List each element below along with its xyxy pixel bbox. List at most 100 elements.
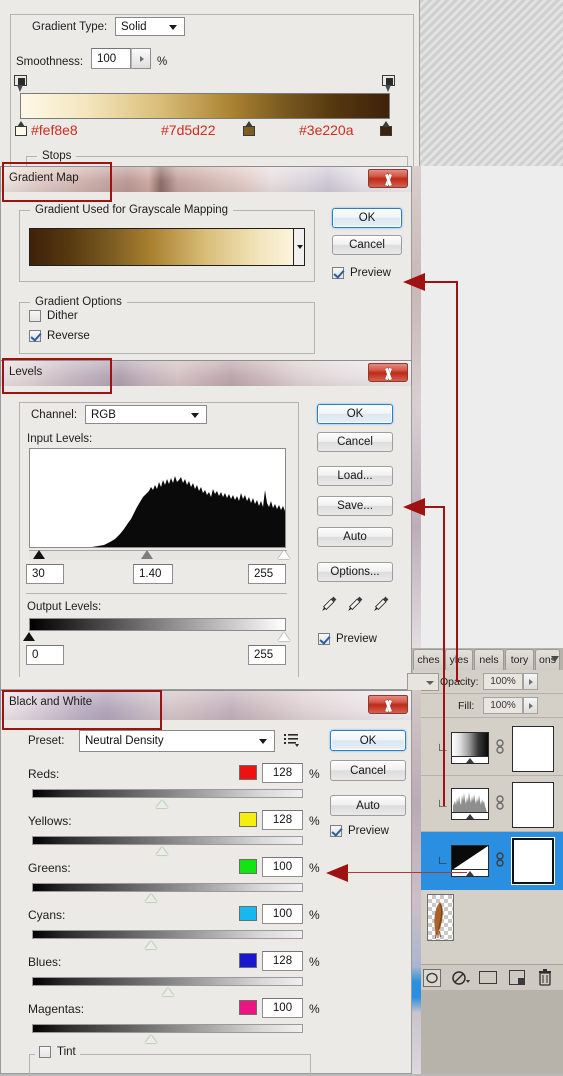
bw-cancel-button[interactable]: Cancel (330, 760, 406, 781)
close-icon[interactable] (368, 695, 408, 714)
levels-ok-button[interactable]: OK (317, 404, 393, 424)
channel-select[interactable]: RGB (85, 405, 207, 424)
layer-thumbnail-image[interactable] (427, 894, 454, 941)
bw-channel-slider-track-1[interactable] (32, 836, 303, 845)
blend-mode-select[interactable] (407, 673, 439, 691)
input-gamma-slider[interactable] (141, 550, 153, 559)
panel-tab-2[interactable]: nels (474, 649, 504, 670)
bw-preview-checkbox[interactable]: Preview (330, 825, 389, 837)
close-icon[interactable] (368, 169, 408, 188)
bw-channel-slider-track-4[interactable] (32, 977, 303, 986)
link-layers-icon[interactable] (423, 969, 441, 987)
opacity-stop-left[interactable] (14, 75, 27, 92)
reverse-checkbox[interactable]: Reverse (29, 330, 90, 342)
gradient-map-ok-button[interactable]: OK (332, 208, 402, 228)
fill-stepper[interactable] (523, 697, 538, 714)
bw-channel-slider-knob-0[interactable] (156, 800, 168, 808)
gradient-map-cancel-button[interactable]: Cancel (332, 235, 402, 255)
levels-cancel-button[interactable]: Cancel (317, 432, 393, 452)
dither-checkbox[interactable]: Dither (29, 310, 78, 322)
bw-channel-slider-track-5[interactable] (32, 1024, 303, 1033)
close-icon[interactable] (368, 363, 408, 382)
levels-auto-button[interactable]: Auto (317, 527, 393, 547)
opacity-value-field[interactable]: 100% (483, 673, 523, 690)
fill-value-field[interactable]: 100% (483, 697, 523, 714)
input-levels-slider-track[interactable] (29, 550, 287, 560)
set-black-point-eyedropper-icon[interactable] (319, 594, 339, 614)
set-white-point-eyedropper-icon[interactable] (371, 594, 391, 614)
bw-channel-slider-track-2[interactable] (32, 883, 303, 892)
layer-mask-thumbnail-selected[interactable] (511, 837, 555, 885)
preview-label: Preview (350, 267, 391, 279)
panel-tab-1[interactable]: yles (445, 649, 473, 670)
bw-channel-input-0[interactable]: 128 (262, 763, 303, 783)
output-black-input[interactable]: 0 (26, 645, 64, 665)
panel-tab-0[interactable]: ches (413, 649, 444, 670)
smoothness-percent: % (157, 56, 168, 68)
output-white-slider[interactable] (278, 632, 290, 641)
bw-ok-button[interactable]: OK (330, 730, 406, 751)
gradient-picker-dropdown[interactable] (293, 228, 305, 266)
bw-channel-slider-knob-4[interactable] (162, 988, 174, 996)
input-shadow-input[interactable]: 30 (26, 564, 64, 584)
panel-tab-3[interactable]: tory (505, 649, 534, 670)
chevron-down-icon (426, 681, 434, 685)
smoothness-input[interactable]: 100 (91, 48, 131, 69)
layer-row-gradient-map[interactable]: ∟ (413, 720, 563, 776)
opacity-stepper[interactable] (523, 673, 538, 690)
bw-channel-slider-track-0[interactable] (32, 789, 303, 798)
input-gamma-input[interactable]: 1.40 (133, 564, 173, 584)
link-mask-icon[interactable] (495, 795, 505, 811)
bw-channel-input-1[interactable]: 128 (262, 810, 303, 830)
bw-channel-swatch-1 (239, 812, 257, 827)
bw-channel-input-4[interactable]: 128 (262, 951, 303, 971)
levels-titlebar[interactable]: Levels (0, 360, 412, 386)
output-black-slider[interactable] (23, 632, 35, 641)
bw-channel-slider-knob-3[interactable] (145, 941, 157, 949)
levels-preview-checkbox[interactable]: Preview (318, 633, 377, 645)
new-layer-icon[interactable] (509, 970, 525, 985)
panel-menu-icon[interactable] (549, 653, 561, 665)
set-gray-point-eyedropper-icon[interactable] (345, 594, 365, 614)
gradient-type-select[interactable]: Solid (115, 17, 185, 36)
input-highlight-input[interactable]: 255 (248, 564, 286, 584)
input-highlight-slider[interactable] (278, 550, 290, 559)
layer-mask-thumbnail[interactable] (512, 782, 554, 828)
gradient-map-titlebar[interactable]: Gradient Map (0, 166, 412, 192)
gradient-map-preview-checkbox[interactable]: Preview (332, 267, 391, 279)
color-stop-2[interactable] (380, 121, 392, 136)
bw-channel-slider-knob-5[interactable] (145, 1035, 157, 1043)
levels-load-button[interactable]: Load... (317, 466, 393, 486)
gradient-ramp[interactable] (20, 93, 390, 119)
bw-channel-input-2[interactable]: 100 (262, 857, 303, 877)
layer-mask-thumbnail[interactable] (512, 726, 554, 772)
layer-thumbnail-gradient-map[interactable] (451, 732, 489, 764)
color-stop-1[interactable] (243, 121, 255, 136)
link-mask-icon[interactable] (495, 852, 505, 868)
layer-thumbnail-levels[interactable] (451, 788, 489, 820)
bw-channel-slider-knob-1[interactable] (156, 847, 168, 855)
link-mask-icon[interactable] (495, 739, 505, 755)
gradient-map-preview-swatch[interactable] (29, 228, 305, 266)
levels-save-button[interactable]: Save... (317, 496, 393, 516)
bw-channel-input-5[interactable]: 100 (262, 998, 303, 1018)
layer-row-levels[interactable]: ∟ (413, 776, 563, 832)
bw-channel-slider-track-3[interactable] (32, 930, 303, 939)
cancel-label: Cancel (337, 436, 373, 448)
delete-layer-icon[interactable] (538, 969, 552, 986)
bw-auto-button[interactable]: Auto (330, 795, 406, 816)
opacity-stop-right[interactable] (382, 75, 395, 92)
smoothness-stepper[interactable] (131, 48, 151, 69)
levels-options-button[interactable]: Options... (317, 562, 393, 582)
bw-channel-slider-knob-2[interactable] (145, 894, 157, 902)
bw-channel-input-3[interactable]: 100 (262, 904, 303, 924)
color-stop-0[interactable] (15, 121, 27, 136)
black-and-white-titlebar[interactable]: Black and White (0, 690, 412, 720)
output-white-input[interactable]: 255 (248, 645, 286, 665)
layer-row-black-and-white[interactable]: ∟ (413, 832, 563, 890)
layer-mask-icon[interactable] (479, 971, 497, 984)
layer-style-icon[interactable] (451, 969, 471, 987)
tint-checkbox[interactable]: Tint (35, 1046, 80, 1058)
input-shadow-slider[interactable] (33, 550, 45, 559)
layer-row-image[interactable] (413, 890, 563, 944)
